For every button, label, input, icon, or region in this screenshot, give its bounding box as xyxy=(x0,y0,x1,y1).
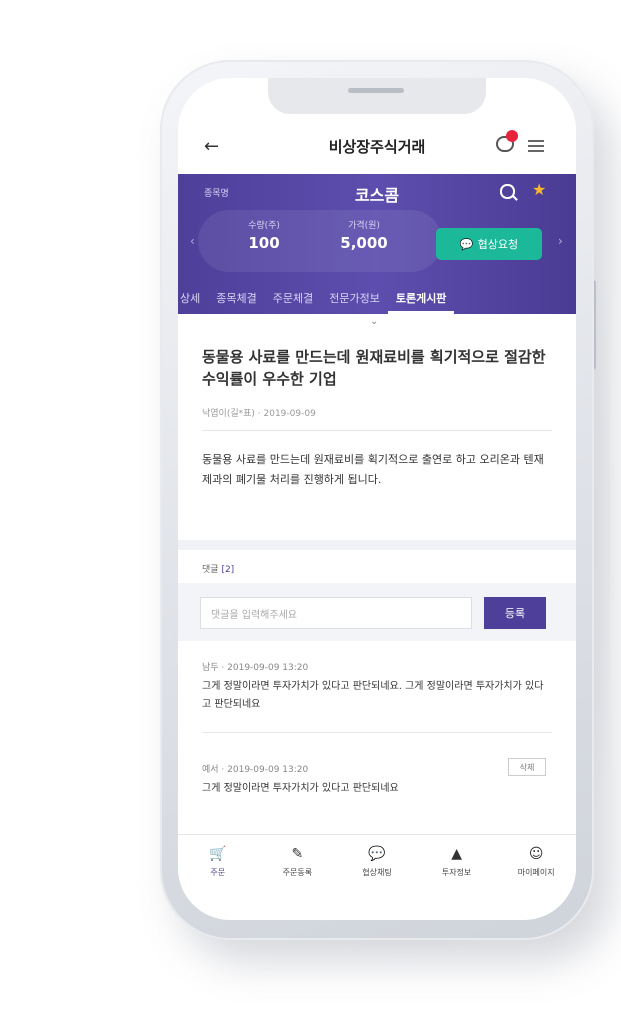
post-title: 동물용 사료를 만드는데 원재료비를 획기적으로 절감한 수익률이 우수한 기업 xyxy=(202,348,546,388)
chevron-left-icon[interactable]: ‹ xyxy=(190,234,195,248)
comment-meta: 남두 · 2019-09-09 13:20 xyxy=(202,663,309,673)
nav-label: 주문 xyxy=(210,868,226,877)
nav-item-order[interactable]: 🛒 주문 xyxy=(183,835,253,891)
submit-comment-button[interactable]: 등록 xyxy=(484,597,546,629)
post-meta: 낙엽이(길*표) · 2019-09-09 xyxy=(202,409,316,419)
phone-notch xyxy=(268,78,486,114)
nav-label: 마이페이지 xyxy=(517,868,555,877)
phone-speaker xyxy=(348,88,404,93)
tab-detail[interactable]: 상세 xyxy=(178,290,208,314)
nav-item-my-page[interactable]: ☺ 마이페이지 xyxy=(501,835,571,891)
comment-body: 그게 정말이라면 투자가치가 있다고 판단되네요 xyxy=(202,783,399,794)
price-value: 5,000 xyxy=(340,234,388,252)
chevron-right-icon[interactable]: › xyxy=(558,234,563,248)
nav-item-negotiation-chat[interactable]: 💬 협상채팅 xyxy=(342,835,412,891)
stock-tabs: 상세 종목체결 주문체결 전문가정보 토론게시판 xyxy=(178,284,576,314)
quantity-label: 수량(주) xyxy=(248,221,280,231)
tab-expert-info[interactable]: 전문가정보 xyxy=(321,290,388,314)
stock-name: 코스콤 xyxy=(354,186,400,205)
bottom-nav: 🛒 주문 ✎ 주문동록 💬 협상채팅 ▲ 투자정보 ☺ 마이페이지 xyxy=(178,834,576,891)
nav-label: 투자정보 xyxy=(441,868,472,877)
divider xyxy=(202,732,552,733)
comment-count-number: [2] xyxy=(221,565,235,575)
app-header: ← 비상장주식거래 xyxy=(178,118,576,176)
favorite-star-icon[interactable]: ★ xyxy=(532,180,546,199)
search-icon[interactable] xyxy=(500,184,515,199)
section-divider xyxy=(178,540,576,550)
comment-input[interactable]: 댓글을 입력해주세요 xyxy=(200,597,472,629)
nav-item-investment-info[interactable]: ▲ 투자정보 xyxy=(422,835,492,891)
post-body: 동물용 사료를 만드는데 원재료비를 획기적으로 출연로 하고 오리온과 텐재제… xyxy=(202,453,544,486)
negotiate-button-label: 협상요청 xyxy=(477,238,519,251)
tab-order-trades[interactable]: 주문체결 xyxy=(265,290,321,314)
chevron-down-icon: ⌄ xyxy=(370,316,379,327)
nav-label: 협상채팅 xyxy=(362,868,392,877)
chat-icon: 💬 xyxy=(368,846,386,862)
comment-meta: 예서 · 2019-09-09 13:20 xyxy=(202,765,309,775)
delete-comment-button[interactable]: 삭제 xyxy=(508,758,546,776)
tab-discussion-board[interactable]: 토론게시판 xyxy=(387,290,455,314)
stock-panel: 종목명 코스콤 ★ ‹ › 수량(주) 100 가격(원) 5,000 💬 협상… xyxy=(178,174,576,314)
nav-item-order-register[interactable]: ✎ 주문동록 xyxy=(262,835,332,891)
chat-icon: 💬 xyxy=(459,237,474,251)
notification-badge xyxy=(506,130,518,142)
person-icon: ☺ xyxy=(528,846,544,862)
negotiate-button[interactable]: 💬 협상요청 xyxy=(436,228,542,260)
pencil-icon: ✎ xyxy=(291,846,304,862)
hamburger-menu-icon[interactable] xyxy=(528,140,544,152)
info-icon: ▲ xyxy=(451,846,462,862)
comment-label: 댓글 xyxy=(202,565,219,575)
comment-input-area: 댓글을 입력해주세요 등록 xyxy=(178,583,576,641)
tab-stock-trades[interactable]: 종목체결 xyxy=(208,290,264,314)
phone-screen: ← 비상장주식거래 종목명 코스콤 ★ ‹ › 수량(주) 100 가격(원) … xyxy=(178,78,576,920)
nav-label: 주문동록 xyxy=(282,868,313,877)
comment-count: 댓글 [2] xyxy=(202,562,234,575)
divider xyxy=(202,430,552,431)
cart-icon: 🛒 xyxy=(209,846,227,862)
price-label: 가격(원) xyxy=(348,221,380,231)
quantity-value: 100 xyxy=(248,234,280,252)
comment-body: 그게 정말이라면 투자가치가 있다고 판단되네요. 그게 정말이라면 투자가치가… xyxy=(202,681,544,710)
